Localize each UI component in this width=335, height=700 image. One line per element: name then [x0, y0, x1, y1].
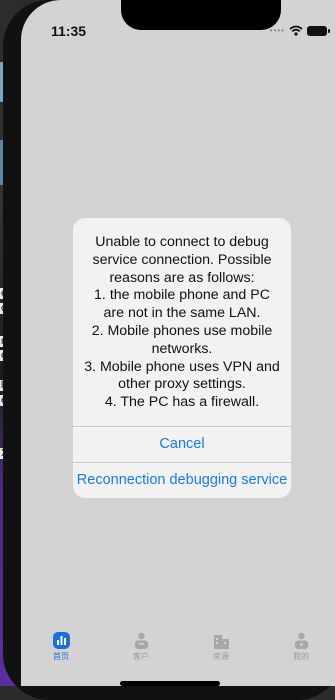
status-time: 11:35 — [51, 23, 87, 39]
battery-icon — [307, 25, 330, 36]
person-icon — [134, 632, 148, 649]
tab-label: 房源 — [213, 652, 229, 661]
home-indicator — [120, 681, 220, 686]
notch — [121, 0, 281, 30]
dialog-message: Unable to connect to debug service conne… — [84, 234, 280, 411]
tab-bar: 首页 客户 房源 我的 — [21, 632, 335, 672]
error-dialog: Unable to connect to debug service conne… — [73, 218, 291, 498]
tab-label: 客户 — [133, 652, 149, 661]
phone-screen: 11:35 •••• Unable to connect to debug se… — [21, 0, 335, 686]
reconnect-button[interactable]: Reconnection debugging service — [73, 461, 291, 498]
tab-customers[interactable]: 客户 — [111, 632, 171, 672]
tab-mine[interactable]: 我的 — [271, 632, 331, 672]
building-icon — [213, 635, 229, 649]
status-icons: •••• — [269, 25, 330, 36]
tab-home[interactable]: 首页 — [31, 632, 91, 672]
chart-icon — [52, 632, 70, 649]
signal-dots-icon: •••• — [269, 26, 285, 35]
tab-listings[interactable]: 房源 — [191, 632, 251, 672]
cancel-button[interactable]: Cancel — [73, 425, 291, 462]
profile-icon — [294, 632, 308, 649]
wifi-icon — [289, 25, 303, 36]
tab-label: 我的 — [293, 652, 309, 661]
phone-frame: 11:35 •••• Unable to connect to debug se… — [3, 0, 335, 700]
tab-label: 首页 — [53, 652, 69, 661]
